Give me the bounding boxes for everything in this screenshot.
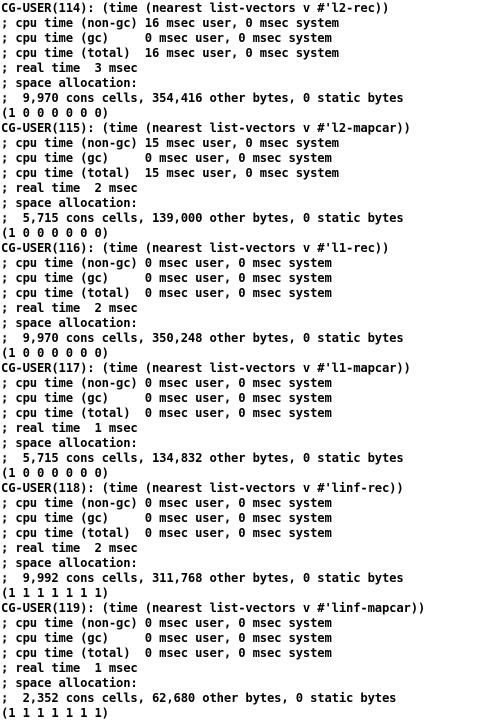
prompt-line: CG-USER(118): (time (nearest list-vector… [1, 481, 404, 495]
output-line: ; cpu time (non-gc) 0 msec user, 0 msec … [1, 256, 332, 270]
result-line: (1 0 0 0 0 0 0) [1, 106, 109, 120]
output-line: ; cpu time (gc) 0 msec user, 0 msec syst… [1, 31, 332, 45]
prompt-line: CG-USER(115): (time (nearest list-vector… [1, 121, 411, 135]
output-line: ; space allocation: [1, 436, 138, 450]
output-line: ; cpu time (non-gc) 0 msec user, 0 msec … [1, 376, 332, 390]
output-line: ; cpu time (non-gc) 15 msec user, 0 msec… [1, 136, 339, 150]
output-line: ; cpu time (total) 0 msec user, 0 msec s… [1, 526, 332, 540]
output-line: ; space allocation: [1, 556, 138, 570]
output-line: ; cpu time (total) 16 msec user, 0 msec … [1, 46, 339, 60]
output-line: ; 2,352 cons cells, 62,680 other bytes, … [1, 691, 397, 705]
result-line: (1 0 0 0 0 0 0) [1, 346, 109, 360]
output-line: ; real time 2 msec [1, 301, 138, 315]
repl-output[interactable]: CG-USER(114): (time (nearest list-vector… [0, 0, 484, 723]
output-line: ; cpu time (gc) 0 msec user, 0 msec syst… [1, 631, 332, 645]
output-line: ; 5,715 cons cells, 139,000 other bytes,… [1, 211, 404, 225]
output-line: ; 9,970 cons cells, 354,416 other bytes,… [1, 91, 404, 105]
output-line: ; real time 1 msec [1, 661, 138, 675]
output-line: ; cpu time (gc) 0 msec user, 0 msec syst… [1, 391, 332, 405]
output-line: ; real time 1 msec [1, 421, 138, 435]
prompt-line: CG-USER(119): (time (nearest list-vector… [1, 601, 426, 615]
result-line: (1 0 0 0 0 0 0) [1, 466, 109, 480]
prompt-line: CG-USER(114): (time (nearest list-vector… [1, 1, 390, 15]
output-line: ; cpu time (non-gc) 16 msec user, 0 msec… [1, 16, 339, 30]
output-line: ; 9,970 cons cells, 350,248 other bytes,… [1, 331, 404, 345]
output-line: ; space allocation: [1, 76, 138, 90]
output-line: ; real time 2 msec [1, 181, 138, 195]
output-line: ; cpu time (gc) 0 msec user, 0 msec syst… [1, 271, 332, 285]
output-line: ; space allocation: [1, 676, 138, 690]
output-line: ; cpu time (total) 0 msec user, 0 msec s… [1, 286, 332, 300]
output-line: ; 9,992 cons cells, 311,768 other bytes,… [1, 571, 404, 585]
result-line: (1 1 1 1 1 1 1) [1, 706, 109, 720]
output-line: ; real time 2 msec [1, 541, 138, 555]
prompt-line: CG-USER(116): (time (nearest list-vector… [1, 241, 390, 255]
output-line: ; cpu time (non-gc) 0 msec user, 0 msec … [1, 616, 332, 630]
output-line: ; cpu time (gc) 0 msec user, 0 msec syst… [1, 511, 332, 525]
output-line: ; cpu time (non-gc) 0 msec user, 0 msec … [1, 496, 332, 510]
output-line: ; space allocation: [1, 316, 138, 330]
output-line: ; space allocation: [1, 196, 138, 210]
output-line: ; cpu time (total) 15 msec user, 0 msec … [1, 166, 339, 180]
result-line: (1 1 1 1 1 1 1) [1, 586, 109, 600]
prompt-line: CG-USER(117): (time (nearest list-vector… [1, 361, 411, 375]
output-line: ; cpu time (total) 0 msec user, 0 msec s… [1, 406, 332, 420]
output-line: ; real time 3 msec [1, 61, 138, 75]
output-line: ; cpu time (total) 0 msec user, 0 msec s… [1, 646, 332, 660]
output-line: ; 5,715 cons cells, 134,832 other bytes,… [1, 451, 404, 465]
result-line: (1 0 0 0 0 0 0) [1, 226, 109, 240]
output-line: ; cpu time (gc) 0 msec user, 0 msec syst… [1, 151, 332, 165]
